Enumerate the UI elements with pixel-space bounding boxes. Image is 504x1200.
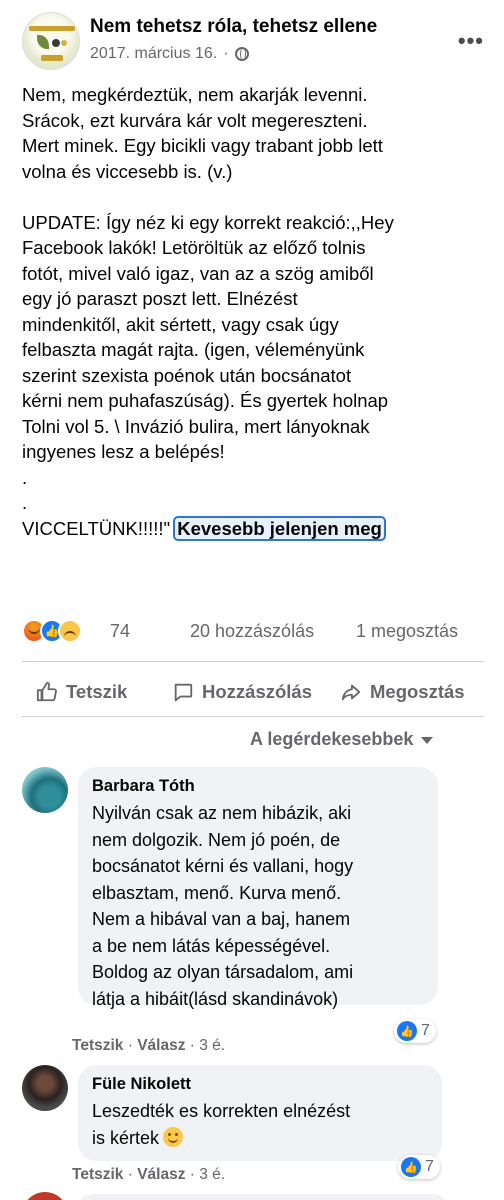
comment-author[interactable]: Füle Nikolett xyxy=(92,1075,428,1094)
comment-actions: Tetszik · Válasz · 3 é. xyxy=(72,1037,226,1054)
post-meta: 2017. március 16. · xyxy=(90,45,249,63)
comment-reactions[interactable]: 👍 7 xyxy=(394,1019,436,1043)
post-stats: 👍 74 20 hozzászólás 1 megosztás xyxy=(22,617,484,645)
globe-icon xyxy=(234,47,249,61)
comment-sort-dropdown[interactable]: A legérdekesebbek xyxy=(250,729,434,750)
comment-reactions[interactable]: 👍 7 xyxy=(398,1155,440,1179)
comment-reply-link[interactable]: Válasz xyxy=(137,1166,185,1183)
comment-like-link[interactable]: Tetszik xyxy=(72,1037,123,1054)
comment-bubble: Füle Nikolett Leszedték es korrekten eln… xyxy=(78,1065,442,1161)
comment-icon xyxy=(174,683,193,702)
comment-reply-link[interactable]: Válasz xyxy=(137,1037,185,1054)
comment-actions: Tetszik · Válasz · 3 é. xyxy=(72,1166,226,1183)
share-icon xyxy=(341,684,361,701)
comment-text-content: Leszedték es korrekten elnézést is kérte… xyxy=(92,1101,351,1148)
more-options-icon[interactable]: ••• xyxy=(458,30,484,52)
reaction-icons[interactable]: 👍 xyxy=(22,619,82,643)
like-reaction-icon: 👍 xyxy=(397,1021,417,1041)
share-count[interactable]: 1 megosztás xyxy=(356,621,458,642)
share-button-label: Megosztás xyxy=(370,681,465,702)
comment-text: Leszedték es korrekten elnézést is kérte… xyxy=(92,1098,428,1151)
post-date[interactable]: 2017. március 16. xyxy=(90,45,217,63)
divider xyxy=(22,716,484,717)
post-actions: Tetszik Hozzászólás Megosztás xyxy=(22,676,492,708)
post-body: Nem, megkérdeztük, nem akarják levenni. … xyxy=(22,82,492,541)
comment-text: Nyilván csak az nem hibázik, aki nem dol… xyxy=(92,803,354,1009)
avatar[interactable] xyxy=(22,1065,68,1111)
post-text: Nem, megkérdeztük, nem akarják levenni. … xyxy=(22,84,394,539)
page-avatar[interactable] xyxy=(22,12,80,70)
sort-label: A legérdekesebbek xyxy=(250,729,414,749)
like-reaction-icon: 👍 xyxy=(401,1157,421,1177)
comment-count[interactable]: 20 hozzászólás xyxy=(190,621,314,642)
comment-bubble xyxy=(78,1194,448,1200)
divider xyxy=(22,661,484,662)
share-button[interactable]: Megosztás xyxy=(340,681,465,703)
smiley-emoji-icon xyxy=(163,1126,184,1147)
like-button[interactable]: Tetszik xyxy=(36,681,127,703)
avatar[interactable] xyxy=(22,1192,68,1200)
see-less-link[interactable]: Kevesebb jelenjen meg xyxy=(173,515,386,541)
sad-reaction-icon xyxy=(58,619,82,643)
comment-author[interactable]: Barbara Tóth xyxy=(92,777,424,796)
caret-down-icon xyxy=(421,737,434,744)
thumbs-up-icon xyxy=(36,681,57,702)
post-header: Nem tehetsz róla, tehetsz ellene 2017. m… xyxy=(22,12,492,72)
comment-reaction-count: 7 xyxy=(421,1022,430,1039)
comment-reaction-count: 7 xyxy=(425,1158,434,1175)
comment-time[interactable]: 3 é. xyxy=(199,1037,225,1054)
avatar[interactable] xyxy=(22,767,68,813)
comment-bubble: Barbara Tóth Nyilván csak az nem hibázik… xyxy=(78,767,438,1009)
meta-separator: · xyxy=(223,45,229,62)
reaction-count[interactable]: 74 xyxy=(110,621,130,642)
comment-time[interactable]: 3 é. xyxy=(199,1166,225,1183)
page-name[interactable]: Nem tehetsz róla, tehetsz ellene xyxy=(90,16,377,38)
comment-like-link[interactable]: Tetszik xyxy=(72,1166,123,1183)
comment-button[interactable]: Hozzászólás xyxy=(172,681,312,703)
like-button-label: Tetszik xyxy=(66,681,128,702)
comment-button-label: Hozzászólás xyxy=(202,681,313,702)
